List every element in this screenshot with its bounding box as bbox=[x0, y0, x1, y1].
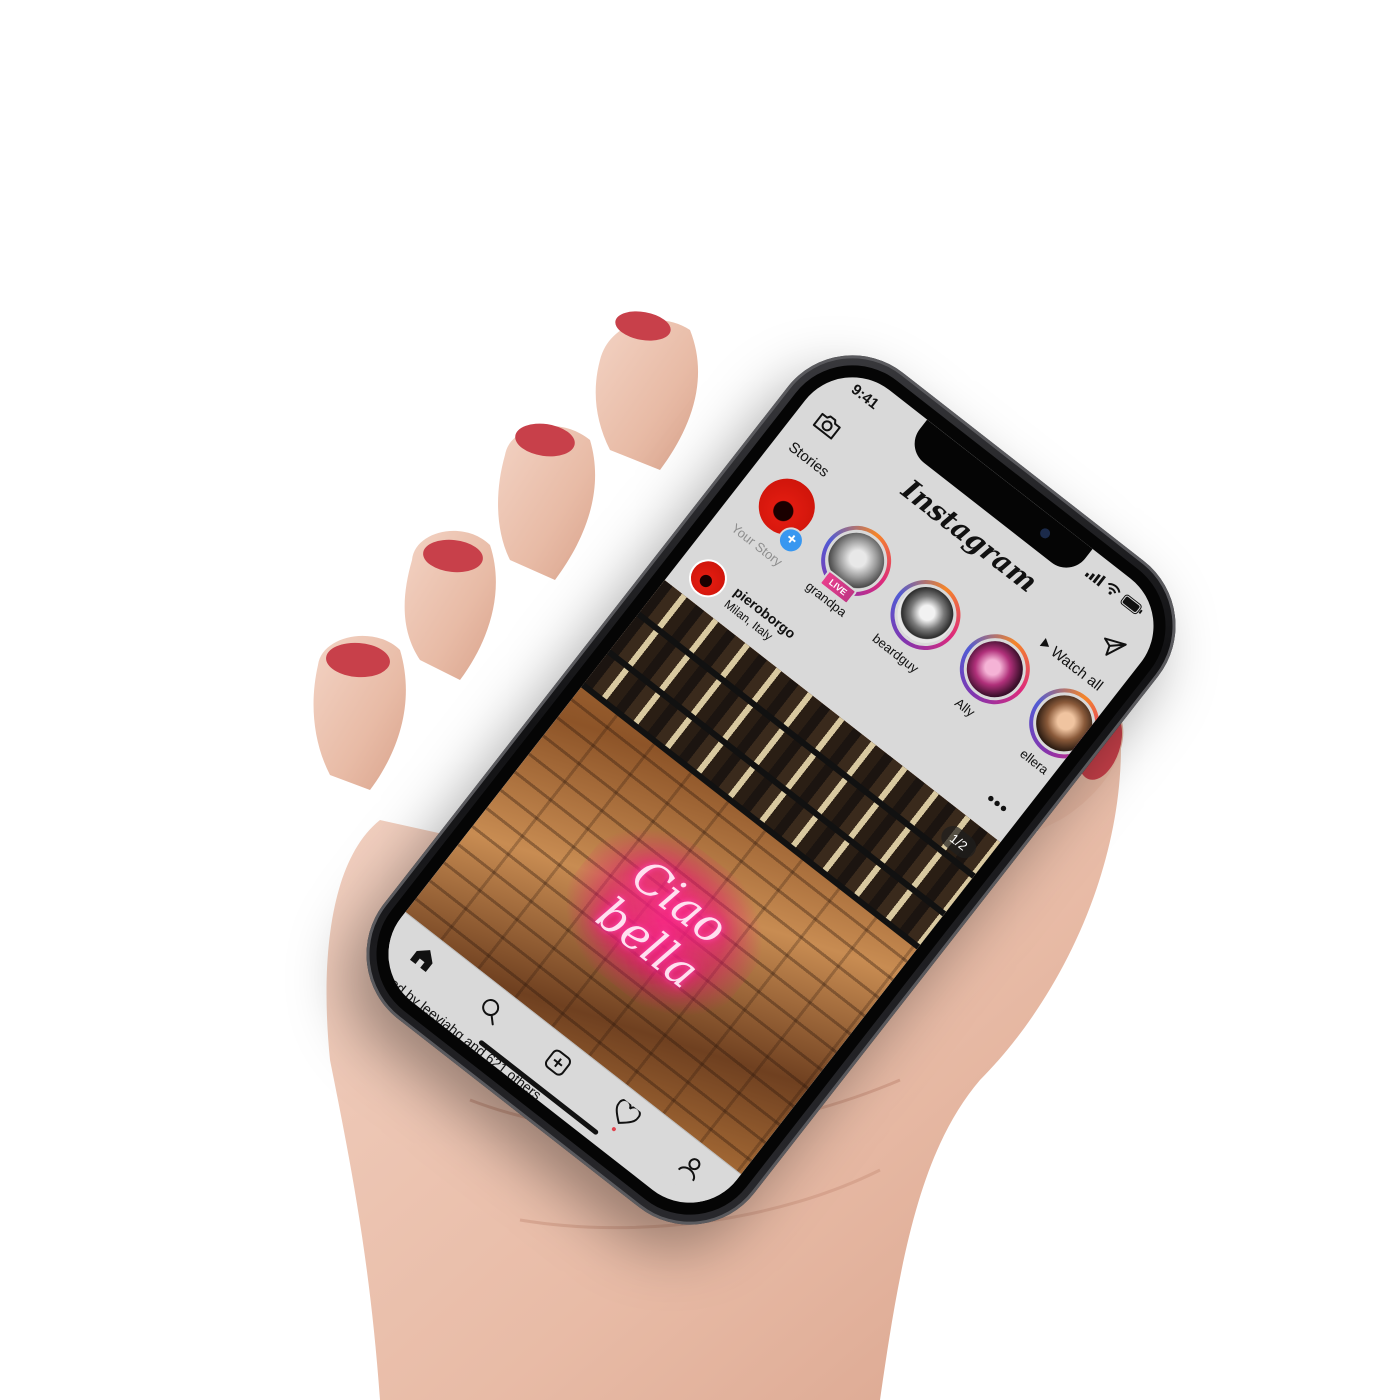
camera-icon bbox=[812, 412, 841, 440]
home-icon bbox=[409, 949, 433, 972]
wifi-icon bbox=[1108, 583, 1121, 595]
add-post-icon bbox=[544, 1049, 571, 1076]
neon-sign: Ciao bella bbox=[535, 797, 793, 1047]
notification-dot bbox=[611, 1126, 617, 1133]
search-icon bbox=[481, 998, 499, 1026]
direct-messages-button[interactable] bbox=[1091, 625, 1133, 667]
profile-icon bbox=[678, 1158, 701, 1182]
tab-profile[interactable] bbox=[668, 1144, 716, 1192]
battery-icon bbox=[1120, 594, 1143, 615]
status-time: 9:41 bbox=[848, 380, 883, 413]
post-author-avatar[interactable] bbox=[681, 551, 735, 605]
tab-new-post[interactable] bbox=[534, 1039, 582, 1087]
canvas: 9:41 Instagram Stories Watch all + Your … bbox=[0, 0, 1400, 1400]
tab-home[interactable] bbox=[400, 934, 448, 982]
camera-button[interactable] bbox=[807, 404, 849, 446]
front-camera bbox=[1038, 526, 1053, 541]
signal-icon bbox=[1084, 572, 1107, 587]
more-options-icon[interactable]: ••• bbox=[981, 788, 1013, 821]
tab-search[interactable] bbox=[467, 986, 515, 1034]
paper-plane-icon bbox=[1104, 637, 1127, 656]
play-icon bbox=[1039, 637, 1049, 647]
tab-activity[interactable] bbox=[601, 1091, 649, 1139]
